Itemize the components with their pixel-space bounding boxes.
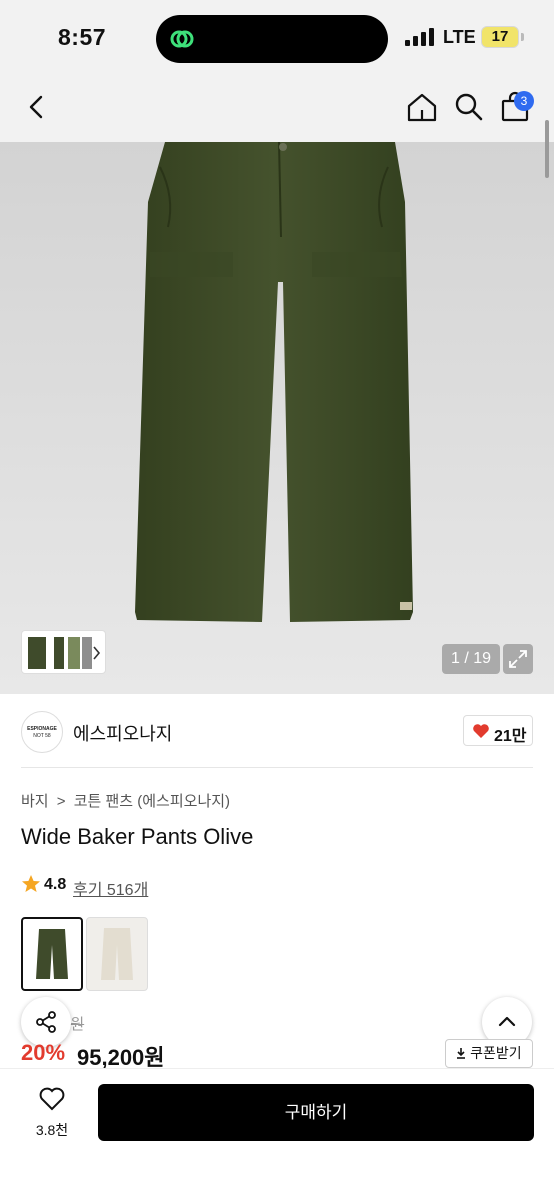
rating-value: 4.8 <box>44 876 67 893</box>
scrollbar[interactable] <box>545 120 549 178</box>
like-count: 3.8천 <box>35 1122 69 1138</box>
expand-icon <box>509 650 527 668</box>
buy-button[interactable]: 구매하기 <box>98 1084 534 1141</box>
dynamic-island <box>156 15 388 63</box>
star-icon <box>22 875 40 892</box>
brand-like-count: 21만 <box>494 728 527 745</box>
home-icon[interactable] <box>405 90 439 124</box>
breadcrumb-separator: > <box>56 793 66 810</box>
search-icon[interactable] <box>452 90 486 124</box>
brand-logo[interactable]: ESPIONAGE NOT 58 <box>21 711 63 753</box>
heart-filled-icon <box>473 724 489 738</box>
status-bar: 8:57 LTE 17 <box>0 0 554 76</box>
thumbnail-preview <box>28 637 101 669</box>
breadcrumb: 바지 > 코튼 팬츠 (에스피오나지) <box>21 790 234 811</box>
image-counter: 1 / 19 <box>442 644 500 674</box>
cart-count-badge: 3 <box>514 91 534 111</box>
app-link-icon <box>170 30 194 48</box>
color-option-ecru[interactable] <box>86 917 148 991</box>
pants-image <box>135 142 413 622</box>
rating-row: 4.8 후기 516개 <box>21 874 148 899</box>
brand-like-button[interactable]: 21만 <box>463 715 533 746</box>
coupon-button[interactable]: 쿠폰받기 <box>445 1039 533 1068</box>
top-nav <box>0 76 554 142</box>
back-icon[interactable] <box>20 90 54 124</box>
brand-name[interactable]: 에스피오나지 <box>73 720 172 746</box>
share-icon <box>36 1011 56 1033</box>
network-type: LTE <box>443 27 476 47</box>
ecru-pants-swatch <box>101 928 133 980</box>
product-image[interactable] <box>0 142 554 694</box>
olive-pants-swatch <box>36 929 68 979</box>
status-time: 8:57 <box>58 24 107 50</box>
product-title: Wide Baker Pants Olive <box>21 824 254 849</box>
expand-button[interactable] <box>503 644 533 674</box>
coupon-label: 쿠폰받기 <box>470 1045 522 1061</box>
battery-indicator: 17 <box>481 26 519 48</box>
color-option-olive[interactable] <box>21 917 83 991</box>
signal-icon <box>405 28 435 46</box>
review-count-link[interactable]: 후기 516개 <box>73 876 148 900</box>
battery-tip <box>521 33 524 41</box>
download-icon <box>457 1048 466 1059</box>
breadcrumb-category[interactable]: 바지 <box>21 793 49 810</box>
breadcrumb-subcategory[interactable]: 코튼 팬츠 (에스피오나지) <box>74 793 230 810</box>
discount-rate: 20% <box>21 1040 66 1065</box>
chevron-up-icon <box>498 1016 516 1027</box>
image-thumbnail-strip[interactable] <box>21 630 106 674</box>
heart-icon <box>39 1087 65 1111</box>
divider <box>21 767 533 768</box>
